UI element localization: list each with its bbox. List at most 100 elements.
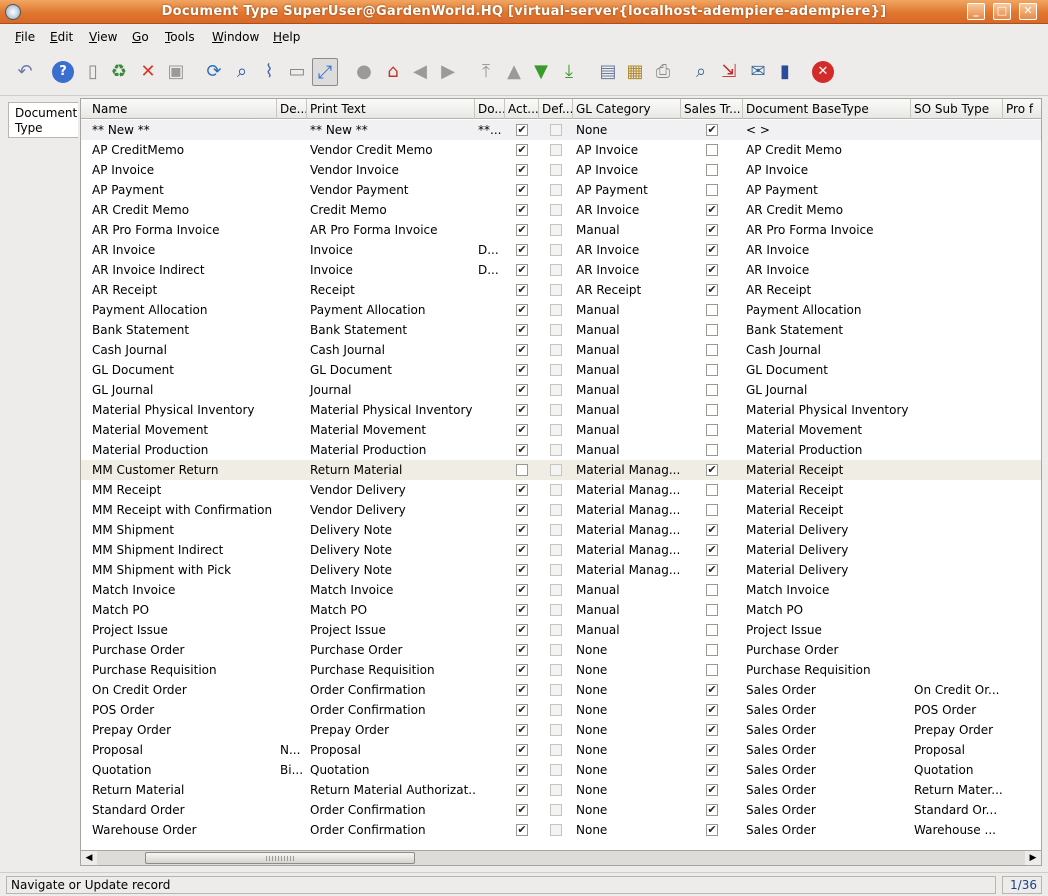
checkbox-sales[interactable] <box>706 184 718 196</box>
cell-print[interactable]: Quotation <box>307 760 475 780</box>
cell-base[interactable]: Purchase Order <box>743 640 911 660</box>
checkbox-active[interactable]: ✔ <box>516 404 528 416</box>
workflow-button[interactable]: ⇲ <box>716 58 742 86</box>
record-count[interactable]: 1/36 <box>1002 876 1042 894</box>
cell-doc[interactable]: D... <box>475 240 505 260</box>
cell-base[interactable]: Project Issue <box>743 620 911 640</box>
cell-sub[interactable]: Proposal <box>911 740 1003 760</box>
table-row[interactable]: Bank Statement Bank Statement ✔ Manual Bank … <box>81 320 1041 340</box>
checkbox-active[interactable]: ✔ <box>516 204 528 216</box>
cell-sub[interactable] <box>911 320 1003 340</box>
cell-print[interactable]: ** New ** <box>307 120 475 140</box>
cell-gl[interactable]: Manual <box>573 580 681 600</box>
cell-print[interactable]: Return Material <box>307 460 475 480</box>
checkbox-def[interactable] <box>550 444 562 456</box>
checkbox-def[interactable] <box>550 364 562 376</box>
cell-gl[interactable]: Material Manag... <box>573 500 681 520</box>
product-info-button[interactable]: ▮ <box>772 58 798 86</box>
table-row[interactable]: Purchase Order Purchase Order ✔ None Purchas… <box>81 640 1041 660</box>
checkbox-active[interactable]: ✔ <box>516 644 528 656</box>
cell-name[interactable]: AR Pro Forma Invoice <box>89 220 277 240</box>
cell-desc[interactable]: Bi... <box>277 760 307 780</box>
cell-print[interactable]: Bank Statement <box>307 320 475 340</box>
checkbox-active[interactable]: ✔ <box>516 284 528 296</box>
cell-name[interactable]: Bank Statement <box>89 320 277 340</box>
checkbox-def[interactable] <box>550 304 562 316</box>
scroll-right-icon[interactable]: ▶ <box>1025 851 1041 865</box>
checkbox-def[interactable] <box>550 664 562 676</box>
cell-base[interactable]: Sales Order <box>743 700 911 720</box>
cell-doc[interactable] <box>475 620 505 640</box>
copy-record-button[interactable]: ♻ <box>106 58 132 86</box>
cell-doc[interactable] <box>475 420 505 440</box>
checkbox-def[interactable] <box>550 504 562 516</box>
cell-print[interactable]: Purchase Requisition <box>307 660 475 680</box>
cell-name[interactable]: AR Receipt <box>89 280 277 300</box>
cell-name[interactable]: Standard Order <box>89 800 277 820</box>
checkbox-active[interactable]: ✔ <box>516 584 528 596</box>
checkbox-active[interactable]: ✔ <box>516 764 528 776</box>
checkbox-def[interactable] <box>550 324 562 336</box>
table-row[interactable]: GL Document GL Document ✔ Manual GL Document <box>81 360 1041 380</box>
checkbox-sales[interactable]: ✔ <box>706 544 718 556</box>
checkbox-active[interactable]: ✔ <box>516 704 528 716</box>
cell-doc[interactable] <box>475 380 505 400</box>
checkbox-sales[interactable] <box>706 644 718 656</box>
cell-sub[interactable] <box>911 520 1003 540</box>
cell-sub[interactable] <box>911 500 1003 520</box>
cell-desc[interactable] <box>277 300 307 320</box>
table-row[interactable]: Quotation Bi... Quotation ✔ None ✔ Sales Order… <box>81 760 1041 780</box>
cell-gl[interactable]: Manual <box>573 440 681 460</box>
cell-base[interactable]: AP Invoice <box>743 160 911 180</box>
cell-desc[interactable] <box>277 320 307 340</box>
cell-desc[interactable] <box>277 220 307 240</box>
cell-doc[interactable] <box>475 140 505 160</box>
checkbox-def[interactable] <box>550 744 562 756</box>
cell-sub[interactable]: Standard Or... <box>911 800 1003 820</box>
cell-base[interactable]: AP Payment <box>743 180 911 200</box>
checkbox-sales[interactable] <box>706 624 718 636</box>
checkbox-def[interactable] <box>550 564 562 576</box>
table-row[interactable]: MM Shipment Indirect Delivery Note ✔ Materi… <box>81 540 1041 560</box>
cell-sub[interactable] <box>911 340 1003 360</box>
checkbox-def[interactable] <box>550 264 562 276</box>
cell-doc[interactable] <box>475 740 505 760</box>
checkbox-active[interactable]: ✔ <box>516 484 528 496</box>
cell-sub[interactable] <box>911 380 1003 400</box>
cell-doc[interactable] <box>475 560 505 580</box>
cell-print[interactable]: Vendor Invoice <box>307 160 475 180</box>
cell-gl[interactable]: AP Invoice <box>573 160 681 180</box>
table-row[interactable]: MM Receipt with Confirmation Vendor Deliv… <box>81 500 1041 520</box>
cell-base[interactable]: Purchase Requisition <box>743 660 911 680</box>
cell-sub[interactable] <box>911 280 1003 300</box>
table-row[interactable]: Return Material Return Material Authoriza… <box>81 780 1041 800</box>
cell-name[interactable]: Match PO <box>89 600 277 620</box>
cell-doc[interactable] <box>475 160 505 180</box>
cell-name[interactable]: GL Document <box>89 360 277 380</box>
table-row[interactable]: Material Production Material Production ✔ M… <box>81 440 1041 460</box>
cell-doc[interactable] <box>475 500 505 520</box>
checkbox-sales[interactable]: ✔ <box>706 824 718 836</box>
checkbox-sales[interactable]: ✔ <box>706 804 718 816</box>
cell-print[interactable]: Order Confirmation <box>307 700 475 720</box>
cell-base[interactable]: AR Receipt <box>743 280 911 300</box>
cell-base[interactable]: Cash Journal <box>743 340 911 360</box>
checkbox-active[interactable]: ✔ <box>516 124 528 136</box>
table-row[interactable]: AR Credit Memo Credit Memo ✔ AR Invoice ✔ AR … <box>81 200 1041 220</box>
checkbox-def[interactable] <box>550 624 562 636</box>
detail-button[interactable]: ▶ <box>435 58 461 86</box>
cell-gl[interactable]: Manual <box>573 340 681 360</box>
checkbox-sales[interactable]: ✔ <box>706 684 718 696</box>
menu-view[interactable]: View <box>89 30 117 44</box>
cell-name[interactable]: MM Customer Return <box>89 460 277 480</box>
checkbox-def[interactable] <box>550 684 562 696</box>
cell-name[interactable]: On Credit Order <box>89 680 277 700</box>
cell-doc[interactable] <box>475 180 505 200</box>
cell-desc[interactable] <box>277 520 307 540</box>
checkbox-sales[interactable] <box>706 364 718 376</box>
cell-name[interactable]: Match Invoice <box>89 580 277 600</box>
cell-name[interactable]: AR Invoice Indirect <box>89 260 277 280</box>
cell-desc[interactable] <box>277 660 307 680</box>
header-so-sub-type[interactable]: SO Sub Type <box>911 99 1003 119</box>
cell-gl[interactable]: None <box>573 120 681 140</box>
